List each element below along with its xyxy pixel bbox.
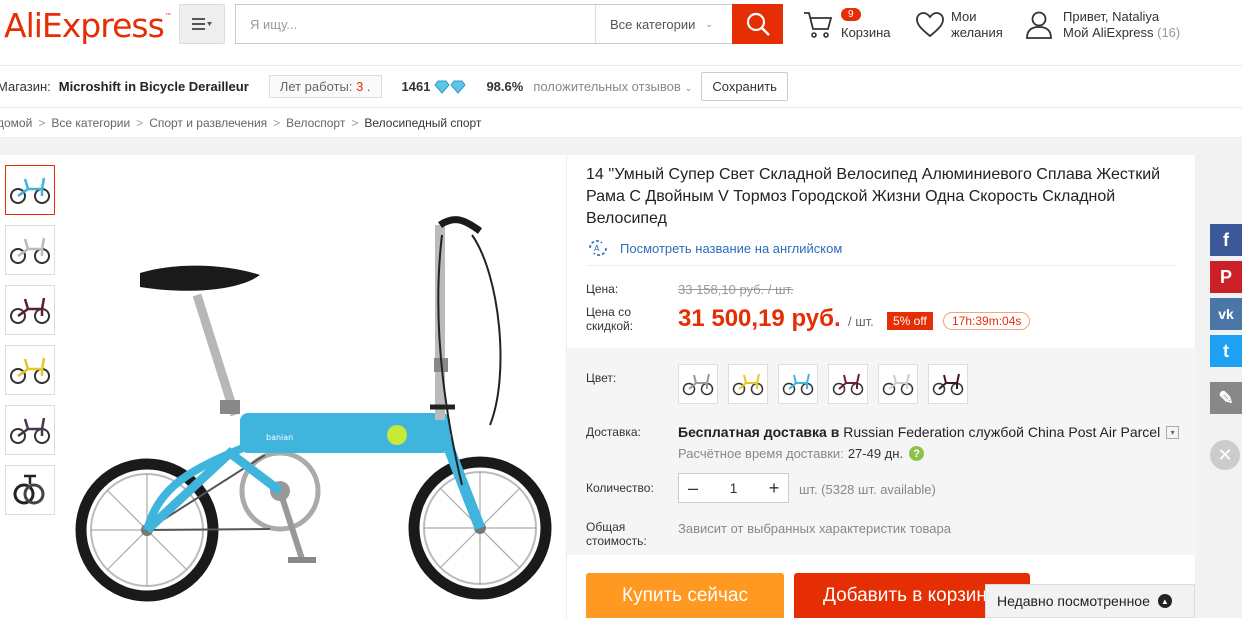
- positive-feedback-pct: 98.6%: [486, 79, 524, 94]
- category-menu-button[interactable]: [179, 4, 225, 44]
- divider: [586, 265, 1176, 266]
- recently-viewed-bar[interactable]: Недавно посмотренное ▲: [985, 584, 1195, 618]
- vk-share-icon[interactable]: vk: [1210, 298, 1242, 330]
- price-unit: / шт.: [848, 314, 874, 329]
- chevron-down-icon: ⌄: [705, 18, 713, 29]
- heart-icon: [916, 12, 944, 38]
- discount-badge: 5% off: [887, 312, 933, 330]
- search-category-label: Все категории: [610, 16, 696, 32]
- quantity-input[interactable]: 1: [707, 480, 760, 496]
- price-label: Цена:: [586, 282, 619, 296]
- store-years-badge: Лет работы: 3 .: [268, 75, 382, 98]
- greeting: Привет, Nataliya: [1063, 9, 1160, 24]
- thumbnail-silver[interactable]: [5, 225, 55, 275]
- positive-feedback-dropdown[interactable]: положительных отзывов ⌄: [533, 79, 692, 94]
- facebook-share-icon[interactable]: f: [1210, 224, 1242, 256]
- color-option-black-red[interactable]: [828, 364, 868, 404]
- breadcrumb: домой > Все категории > Спорт и развлечени…: [0, 108, 1242, 138]
- close-icon[interactable]: ✕: [1210, 440, 1240, 470]
- help-icon[interactable]: ?: [909, 446, 925, 461]
- aliexpress-logo[interactable]: AliExpress™: [4, 6, 172, 45]
- edit-icon[interactable]: ✎: [1210, 382, 1242, 414]
- store-name-link[interactable]: Microshift in Bicycle Derailleur: [59, 79, 249, 94]
- cart-icon: [804, 12, 833, 38]
- quantity-available: шт. (5328 шт. available): [799, 482, 936, 497]
- product-title: 14 ''Умный Супер Свет Складной Велосипед…: [586, 166, 1161, 227]
- wishlist-label: Мои желания: [951, 9, 1003, 40]
- cart-link[interactable]: 9 Корзина: [800, 8, 900, 46]
- thumbnail-purple[interactable]: [5, 405, 55, 455]
- site-header: AliExpress™ Все категории ⌄ 9 Корзина Мо…: [0, 0, 1242, 66]
- translate-title-link[interactable]: A Посмотреть название на английском: [586, 239, 842, 257]
- svg-text:A: A: [594, 244, 600, 253]
- thumbnail-folded[interactable]: [5, 465, 55, 515]
- chevron-down-icon: ⌄: [684, 83, 693, 93]
- pinterest-share-icon[interactable]: P: [1210, 261, 1242, 293]
- total-cost-label: Общая стоимость:: [586, 520, 647, 548]
- thumbnail-list: [5, 165, 55, 525]
- delivery-time: Расчётное время доставки: 27-49 дн. ?: [678, 446, 925, 461]
- quantity-stepper: – 1 +: [678, 473, 789, 503]
- search-button[interactable]: [732, 4, 783, 44]
- twitter-share-icon[interactable]: t: [1210, 335, 1242, 367]
- main-product-image[interactable]: banian: [70, 195, 560, 615]
- search-category-select[interactable]: Все категории ⌄: [595, 5, 733, 43]
- countdown-timer: 17h:39m:04s: [943, 312, 1031, 330]
- my-aliexpress-link[interactable]: Мой AliExpress (16): [1063, 25, 1180, 40]
- buy-now-button[interactable]: Купить сейчас: [586, 573, 784, 618]
- color-label: Цвет:: [586, 371, 617, 385]
- sale-price-label: Цена со скидкой:: [586, 305, 634, 333]
- breadcrumb-current: Велосипедный спорт: [364, 115, 482, 130]
- search-bar: Все категории ⌄: [235, 4, 783, 44]
- wishlist-link[interactable]: Мои желания: [915, 8, 1015, 46]
- original-price: 33 158,10 руб. / шт.: [678, 282, 794, 297]
- svg-text:banian: banian: [266, 433, 293, 442]
- shipping-dropdown[interactable]: ▾: [1166, 425, 1180, 439]
- store-score[interactable]: 1461: [402, 79, 467, 94]
- breadcrumb-all-categories[interactable]: Все категории: [51, 116, 130, 130]
- product-gallery: banian: [0, 155, 566, 618]
- translate-icon: A: [589, 240, 607, 256]
- thumbnail-yellow[interactable]: [5, 345, 55, 395]
- search-input[interactable]: [236, 5, 595, 43]
- store-bar: Магазин: Microshift in Bicycle Derailleu…: [0, 66, 1242, 108]
- save-store-button[interactable]: Сохранить: [701, 72, 788, 101]
- thumbnail-black-red[interactable]: [5, 285, 55, 335]
- color-option-white-grey[interactable]: [678, 364, 718, 404]
- search-icon: [746, 12, 770, 36]
- cart-count-badge: 9: [841, 8, 861, 21]
- color-option-blue[interactable]: [778, 364, 818, 404]
- product-info: 14 ''Умный Супер Свет Складной Велосипед…: [566, 155, 1196, 618]
- cart-label: Корзина: [841, 25, 891, 40]
- shipping-label: Доставка:: [586, 425, 641, 439]
- quantity-increase-button[interactable]: +: [760, 474, 788, 502]
- quantity-label: Количество:: [586, 481, 654, 495]
- hamburger-icon: [192, 18, 212, 30]
- breadcrumb-home[interactable]: домой: [0, 116, 32, 130]
- chevron-up-icon: ▲: [1157, 594, 1172, 608]
- breadcrumb-sport[interactable]: Спорт и развлечения: [149, 116, 267, 130]
- color-option-yellow[interactable]: [728, 364, 768, 404]
- total-cost-value: Зависит от выбранных характеристик товар…: [678, 521, 951, 536]
- sale-price: 31 500,19 руб.: [678, 305, 841, 332]
- thumbnail-blue[interactable]: [5, 165, 55, 215]
- breadcrumb-cycling[interactable]: Велоспорт: [286, 116, 345, 130]
- diamond-icon: [434, 80, 467, 94]
- shipping-info: Бесплатная доставка в Russian Federation…: [678, 424, 1180, 440]
- color-option-black[interactable]: [928, 364, 968, 404]
- quantity-decrease-button[interactable]: –: [679, 474, 707, 502]
- color-options: [678, 364, 978, 404]
- store-label: Магазин:: [0, 79, 51, 94]
- user-icon: [1026, 11, 1052, 39]
- account-menu[interactable]: Привет, Nataliya Мой AliExpress (16): [1024, 8, 1234, 46]
- color-option-silver[interactable]: [878, 364, 918, 404]
